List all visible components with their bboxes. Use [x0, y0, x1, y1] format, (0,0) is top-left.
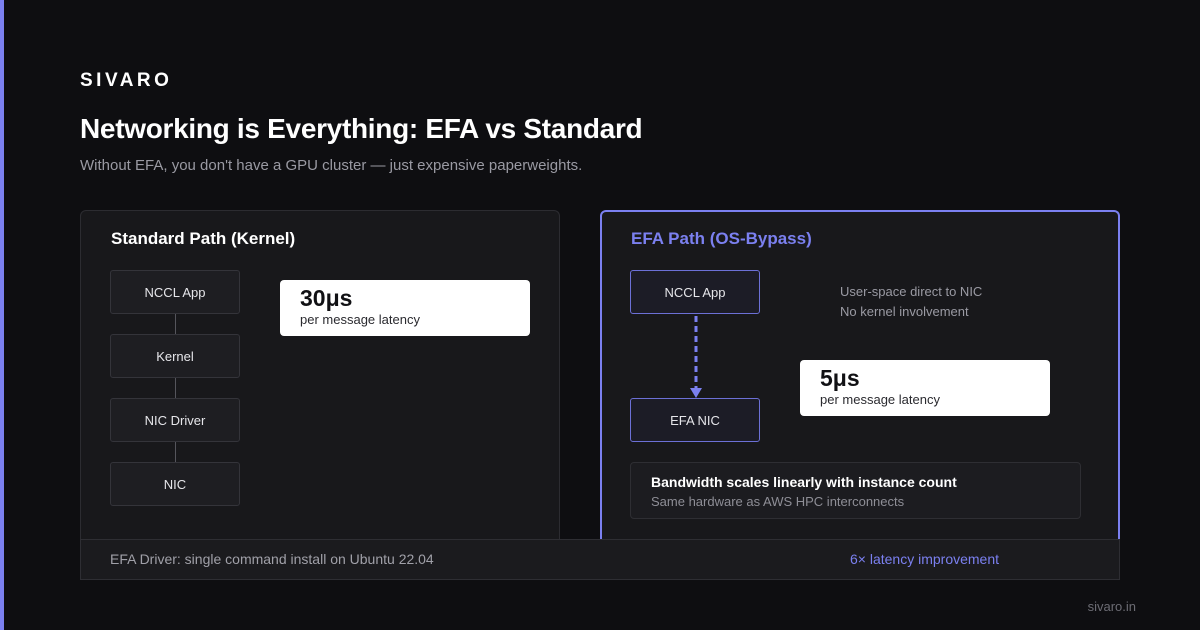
bypass-arrow [690, 316, 702, 398]
efa-latency-label: per message latency [820, 392, 940, 407]
connector-line [175, 442, 176, 462]
efa-path-panel: EFA Path (OS-Bypass) NCCL App EFA NIC Us… [600, 210, 1120, 539]
footer-bar: EFA Driver: single command install on Ub… [80, 539, 1120, 580]
node-nic-driver: NIC Driver [110, 398, 240, 442]
efa-latency-card: 5μs per message latency [800, 360, 1050, 416]
site-domain: sivaro.in [1087, 599, 1136, 614]
efa-path-title: EFA Path (OS-Bypass) [631, 229, 812, 248]
bandwidth-subtitle: Same hardware as AWS HPC interconnects [651, 494, 905, 509]
connector-line [175, 314, 176, 334]
node-efa-nccl-app: NCCL App [630, 270, 760, 314]
bandwidth-box: Bandwidth scales linearly with instance … [630, 462, 1081, 519]
page-title: Networking is Everything: EFA vs Standar… [80, 113, 643, 144]
connector-line [175, 378, 176, 398]
standard-latency-value: 30μs [300, 285, 353, 311]
brand-logo: SIVARO [80, 70, 173, 91]
footer-improvement: 6× latency improvement [850, 551, 1000, 567]
node-nccl-app: NCCL App [110, 270, 240, 314]
node-nic: NIC [110, 462, 240, 506]
footer-driver-note: EFA Driver: single command install on Ub… [110, 551, 434, 567]
efa-note-kernel: No kernel involvement [840, 304, 969, 319]
accent-bar [0, 0, 4, 630]
page-subtitle: Without EFA, you don't have a GPU cluste… [80, 157, 583, 174]
efa-note-userspace: User-space direct to NIC [840, 284, 983, 299]
node-efa-nic: EFA NIC [630, 398, 760, 442]
standard-latency-card: 30μs per message latency [280, 280, 530, 336]
efa-latency-value: 5μs [820, 365, 860, 391]
node-kernel: Kernel [110, 334, 240, 378]
bandwidth-title: Bandwidth scales linearly with instance … [651, 474, 957, 490]
standard-path-panel: Standard Path (Kernel) NCCL App Kernel N… [80, 210, 560, 539]
standard-latency-label: per message latency [300, 312, 420, 327]
standard-path-title: Standard Path (Kernel) [111, 229, 296, 248]
